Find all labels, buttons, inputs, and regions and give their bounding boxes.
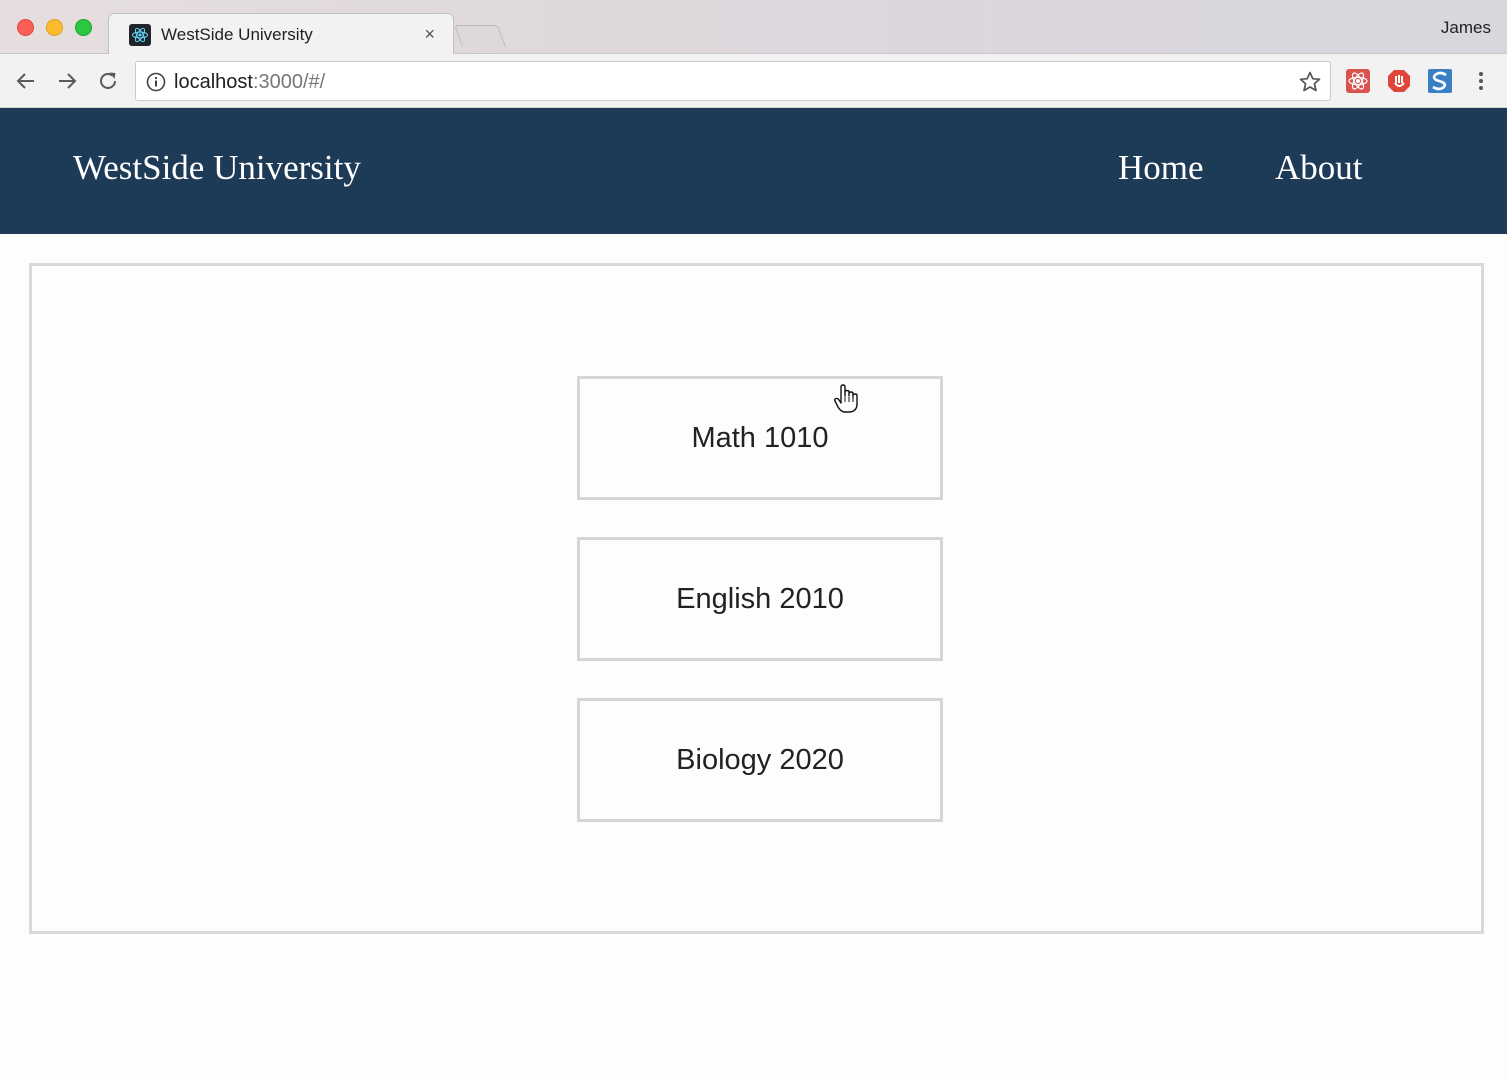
- courses-panel: Math 1010 English 2010 Biology 2020: [29, 263, 1484, 934]
- reload-icon[interactable]: [94, 67, 122, 95]
- s-extension-icon[interactable]: [1427, 68, 1453, 94]
- browser-titlebar: WestSide University × James: [0, 0, 1507, 55]
- site-brand[interactable]: WestSide University: [73, 148, 361, 188]
- address-bar[interactable]: localhost:3000/#/: [135, 61, 1331, 101]
- zoom-window-button[interactable]: [75, 19, 92, 36]
- hand-cursor-icon: [833, 384, 859, 414]
- tab-close-icon[interactable]: ×: [424, 24, 435, 45]
- nav-link-about[interactable]: About: [1275, 148, 1363, 188]
- menu-kebab-icon[interactable]: [1468, 68, 1494, 94]
- browser-toolbar: localhost:3000/#/: [0, 54, 1507, 108]
- profile-name[interactable]: James: [1441, 18, 1491, 38]
- course-card-biology[interactable]: Biology 2020: [577, 698, 943, 822]
- course-card-math[interactable]: Math 1010: [577, 376, 943, 500]
- minimize-window-button[interactable]: [46, 19, 63, 36]
- url-path: :3000/#/: [252, 71, 326, 93]
- tab-title: WestSide University: [161, 25, 313, 44]
- nav-link-home[interactable]: Home: [1118, 148, 1204, 188]
- new-tab-button[interactable]: [453, 25, 507, 47]
- info-icon[interactable]: [146, 72, 166, 92]
- forward-arrow-icon[interactable]: [53, 67, 81, 95]
- browser-tab-active[interactable]: WestSide University ×: [108, 13, 454, 55]
- adblock-extension-icon[interactable]: [1386, 68, 1412, 94]
- site-header: WestSide University Home About: [0, 108, 1507, 234]
- bookmark-star-icon[interactable]: [1298, 70, 1322, 94]
- url-text: localhost:3000/#/: [174, 71, 325, 94]
- react-devtools-extension-icon[interactable]: [1345, 68, 1371, 94]
- url-host: localhost: [174, 71, 253, 93]
- close-window-button[interactable]: [17, 19, 34, 36]
- back-arrow-icon[interactable]: [12, 67, 40, 95]
- react-logo-icon: [129, 24, 151, 46]
- course-card-english[interactable]: English 2010: [577, 537, 943, 661]
